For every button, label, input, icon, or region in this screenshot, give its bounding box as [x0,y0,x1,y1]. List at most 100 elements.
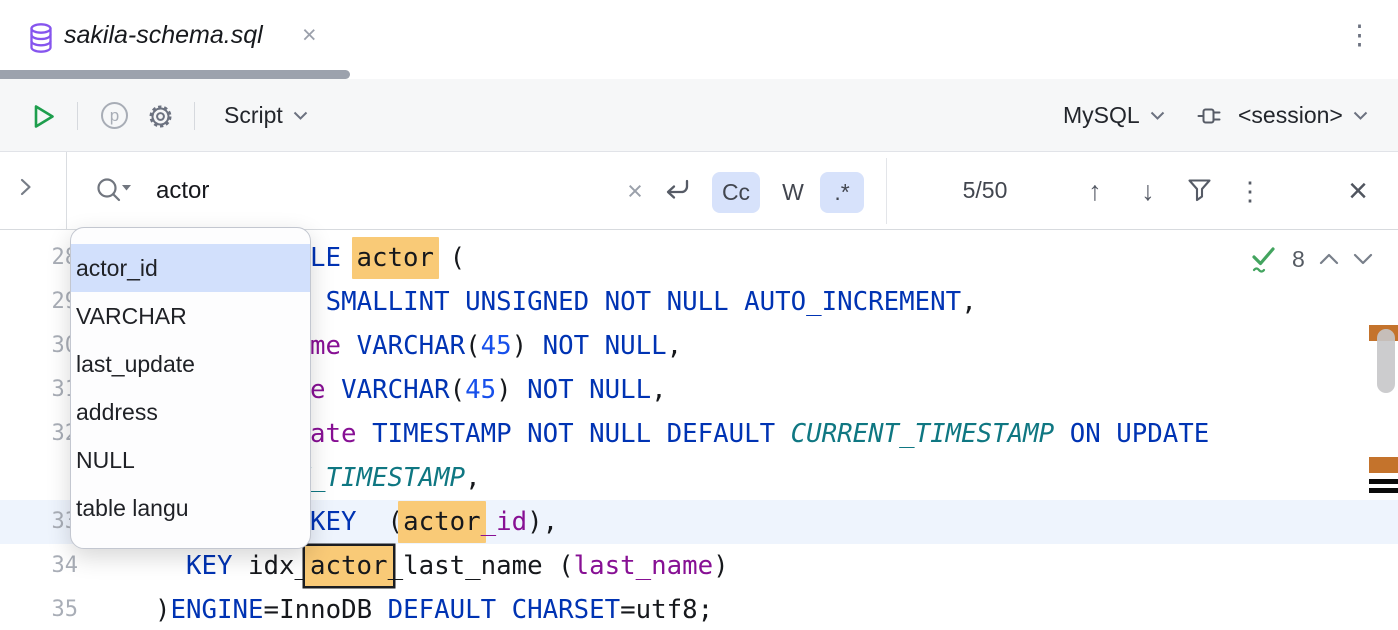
toolbar-divider [194,102,195,130]
search-divider [66,152,67,229]
code-segment: , [667,331,683,361]
editor-tab-bar: sakila-schema.sql × ⋮ [0,0,1398,70]
code-segment: ) [512,331,543,361]
code-segment [1054,419,1070,449]
code-segment: ENGINE [171,595,264,625]
script-dropdown-label: Script [224,102,283,129]
completion-popup: actor_idVARCHARlast_updateaddressNULLtab… [70,227,311,549]
settings-gear-icon[interactable] [145,101,176,132]
dialect-dropdown[interactable]: MySQL [1063,79,1165,152]
regex-toggle[interactable]: .* [820,172,864,213]
database-file-icon [26,22,56,54]
search-input[interactable] [156,170,596,212]
code-segment: , [465,463,481,493]
search-more-options-icon[interactable]: ⋮ [1240,174,1260,208]
next-match-icon[interactable]: ↓ [1131,172,1165,210]
code-segment [310,287,326,317]
new-line-icon[interactable] [660,176,694,206]
completion-item[interactable]: NULL [71,436,310,484]
completion-item[interactable]: VARCHAR [71,292,310,340]
code-segment: ( [465,331,481,361]
session-label: <session> [1238,102,1343,129]
line-number: 28 [0,236,78,280]
run-toolbar: p Script MySQL [0,79,1398,152]
chevron-down-icon [293,111,308,121]
previous-match-icon[interactable]: ↑ [1078,172,1112,210]
code-segment: CURRENT_TIMESTAMP [791,419,1055,449]
inspection-count: 8 [1292,246,1305,273]
profiler-letter: p [110,106,119,126]
dialect-label: MySQL [1063,102,1140,129]
chevron-down-icon [1150,111,1165,121]
code-line: last_update TIMESTAMP NOT NULL DEFAULT C… [155,412,1209,456]
more-options-icon[interactable]: ⋮ [1346,0,1373,70]
script-run-config-dropdown[interactable]: Script [224,79,308,152]
completion-item[interactable]: table langu [71,484,310,532]
code-segment [341,331,357,361]
code-segment: ) [155,595,171,625]
code-segment: ), [527,507,558,537]
code-segment [155,551,186,581]
collapse-chevron-icon[interactable] [20,178,32,196]
code-segment: actor [352,237,440,279]
completion-item[interactable]: actor_id [71,244,310,292]
code-segment: last_name [574,551,714,581]
code-segment: ( [450,375,466,405]
find-bar: × CcW.* 5/50 ↑ ↓ ⋮ × [0,152,1398,230]
code-segment: idx_ [233,551,311,581]
line-number: 32 [0,412,78,456]
prev-problem-chevron-icon[interactable] [1319,253,1339,265]
ide-window: sakila-schema.sql × ⋮ p Script My [0,0,1398,630]
scroll-mark-caret[interactable] [1369,488,1398,493]
toolbar-divider [77,102,78,130]
scrollbar-thumb[interactable] [1377,329,1395,393]
completion-item[interactable]: last_update [71,340,310,388]
close-search-icon[interactable]: × [1340,169,1376,213]
filter-icon[interactable] [1186,177,1213,204]
completion-item[interactable]: address [71,388,310,436]
plug-icon [1196,104,1228,128]
profiler-button[interactable]: p [101,102,128,129]
code-segment: TIMESTAMP NOT NULL DEFAULT [372,419,791,449]
search-icon[interactable] [95,176,133,206]
tab-title[interactable]: sakila-schema.sql [64,0,263,70]
line-number: 30 [0,324,78,368]
words-toggle[interactable]: W [770,172,816,213]
code-segment: _id [481,507,528,537]
code-segment: SMALLINT UNSIGNED NOT NULL AUTO_INCREMEN… [326,287,962,317]
tab-close-button[interactable]: × [302,0,317,70]
line-number: 35 [0,588,78,630]
code-segment: = [264,595,280,625]
tab-progress-underline [0,70,350,79]
code-segment: ) [496,375,527,405]
code-segment: , [651,375,667,405]
inspections-widget[interactable]: 8 [1250,244,1373,274]
code-segment: NOT NULL [543,331,667,361]
next-problem-chevron-icon[interactable] [1353,253,1373,265]
match-case-toggle[interactable]: Cc [712,172,760,213]
code-segment: KEY [186,551,233,581]
code-segment: 45 [481,331,512,361]
code-line: KEY idx_actor_last_name (last_name) [155,544,729,588]
line-number: 29 [0,280,78,324]
line-number [0,456,78,500]
code-segment: =utf8; [620,595,713,625]
clear-search-icon[interactable]: × [620,176,650,206]
line-number: 31 [0,368,78,412]
run-button[interactable] [28,102,57,131]
code-segment: VARCHAR [357,331,466,361]
scroll-mark-caret[interactable] [1369,479,1398,484]
session-dropdown[interactable]: <session> [1196,79,1368,152]
scroll-mark-warning[interactable] [1369,457,1398,473]
code-segment: actor [398,501,486,543]
code-segment: actor [305,546,393,586]
inspection-check-icon [1250,244,1278,274]
code-line: )ENGINE=InnoDB DEFAULT CHARSET=utf8; [155,588,713,630]
code-segment: DEFAULT CHARSET [388,595,621,625]
code-segment: 45 [465,375,496,405]
code-segment [357,419,373,449]
code-segment: VARCHAR [341,375,450,405]
code-segment: ON UPDATE [1070,419,1210,449]
code-segment: InnoDB [279,595,388,625]
code-segment: ( [357,507,404,537]
